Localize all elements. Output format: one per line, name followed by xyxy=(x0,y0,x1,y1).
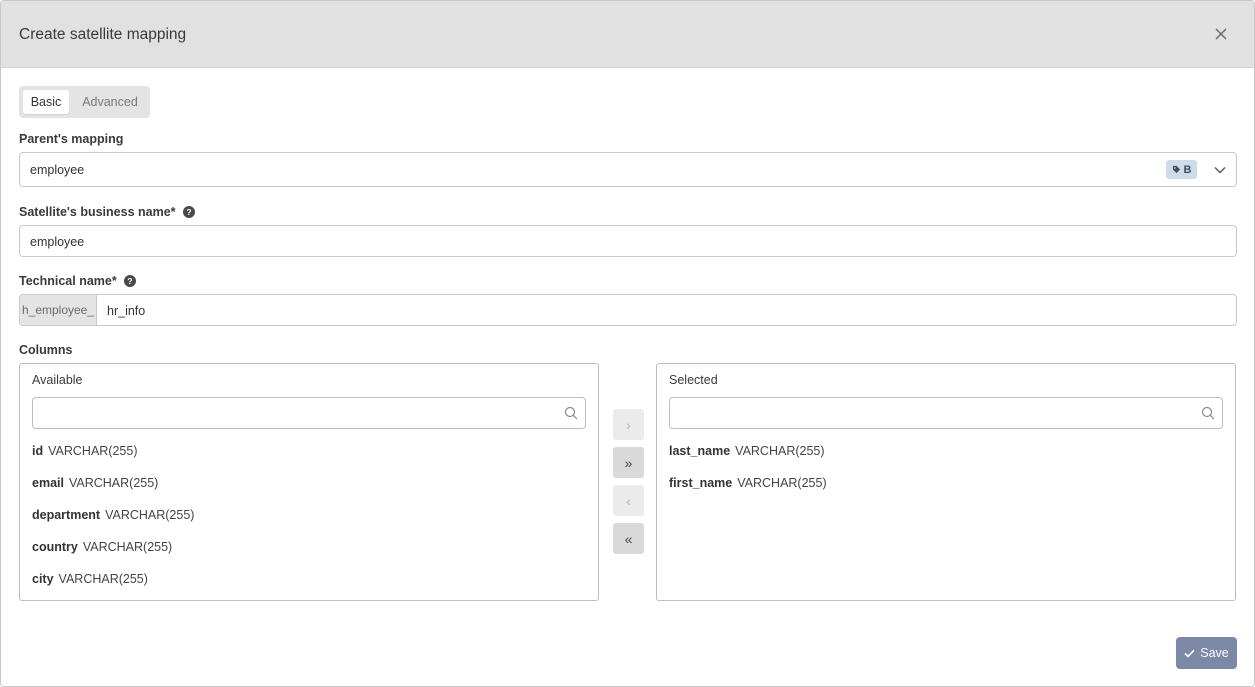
parent-mapping-label-text: Parent's mapping xyxy=(19,132,124,146)
columns-label-text: Columns xyxy=(19,343,73,357)
column-type: VARCHAR(255) xyxy=(82,540,173,554)
close-icon[interactable] xyxy=(1208,21,1234,47)
badge-text: B xyxy=(1183,163,1192,176)
parent-mapping-value: employee xyxy=(30,163,85,177)
parent-mapping-label: Parent's mapping xyxy=(19,132,123,146)
help-icon[interactable]: ? xyxy=(182,206,195,218)
chevron-down-icon[interactable] xyxy=(1212,162,1228,178)
list-item[interactable]: last_name VARCHAR(255) xyxy=(669,444,825,458)
selected-columns-panel: Selected last_name VARCHAR(255) first_nam… xyxy=(656,363,1236,601)
column-type: VARCHAR(255) xyxy=(58,572,148,586)
list-item[interactable]: email VARCHAR(255) xyxy=(32,476,158,490)
selected-search-input[interactable] xyxy=(669,397,1223,429)
business-name-value: employee xyxy=(30,235,85,249)
save-button[interactable]: Save xyxy=(1176,637,1237,669)
technical-name-value: hr_info xyxy=(107,304,146,318)
dialog-header: Create satellite mapping xyxy=(1,1,1254,68)
business-badge: B xyxy=(1166,160,1197,179)
available-title: Available xyxy=(32,373,83,387)
column-name: email xyxy=(32,476,64,490)
columns-label: Columns xyxy=(19,343,72,357)
column-type: VARCHAR(255) xyxy=(737,476,827,490)
dialog-title: Create satellite mapping xyxy=(19,26,187,43)
list-item[interactable]: country VARCHAR(255) xyxy=(32,540,172,554)
mode-tabs: Basic Advanced xyxy=(19,86,150,118)
save-label: Save xyxy=(1200,646,1229,660)
svg-text:?: ? xyxy=(127,276,132,286)
search-icon xyxy=(1201,406,1215,420)
move-left-button[interactable]: ‹ xyxy=(613,485,644,516)
column-type: VARCHAR(255) xyxy=(735,444,825,458)
column-name: department xyxy=(32,508,101,522)
help-icon[interactable]: ? xyxy=(123,275,136,287)
list-item[interactable]: id VARCHAR(255) xyxy=(32,444,137,458)
column-type: VARCHAR(255) xyxy=(68,476,159,490)
tab-basic[interactable]: Basic xyxy=(23,90,69,114)
column-name: city xyxy=(32,572,54,586)
list-item[interactable]: city VARCHAR(255) xyxy=(32,572,148,586)
business-name-label: Satellite's business name* ? xyxy=(19,205,195,219)
technical-name-prefix: h_employee_ xyxy=(20,295,97,325)
business-name-input[interactable]: employee xyxy=(19,225,1237,257)
list-item[interactable]: department VARCHAR(255) xyxy=(32,508,194,522)
available-search-input[interactable] xyxy=(32,397,586,429)
move-all-left-button[interactable]: « xyxy=(613,523,644,554)
create-satellite-mapping-dialog: Create satellite mapping Basic Advanced … xyxy=(0,0,1255,687)
parent-mapping-select[interactable]: employee B xyxy=(19,152,1237,187)
column-name: first_name xyxy=(669,476,733,490)
list-item[interactable]: first_name VARCHAR(255) xyxy=(669,476,827,490)
column-type: VARCHAR(255) xyxy=(48,444,138,458)
tag-icon xyxy=(1172,165,1180,174)
check-icon xyxy=(1184,649,1195,658)
selected-title: Selected xyxy=(669,373,718,387)
move-all-right-button[interactable]: » xyxy=(613,447,644,478)
column-name: id xyxy=(32,444,44,458)
column-name: country xyxy=(32,540,78,554)
move-right-button[interactable]: › xyxy=(613,409,644,440)
svg-text:?: ? xyxy=(186,207,191,217)
column-name: last_name xyxy=(669,444,731,458)
technical-name-label: Technical name* ? xyxy=(19,274,136,288)
technical-name-input[interactable]: h_employee_ hr_info xyxy=(19,294,1237,326)
tab-advanced[interactable]: Advanced xyxy=(75,90,145,114)
technical-name-label-text: Technical name* xyxy=(19,274,117,288)
column-type: VARCHAR(255) xyxy=(105,508,195,522)
business-name-label-text: Satellite's business name* xyxy=(19,205,176,219)
available-columns-panel: Available id VARCHAR(255) email VARCHAR(25… xyxy=(19,363,599,601)
search-icon xyxy=(564,406,578,420)
